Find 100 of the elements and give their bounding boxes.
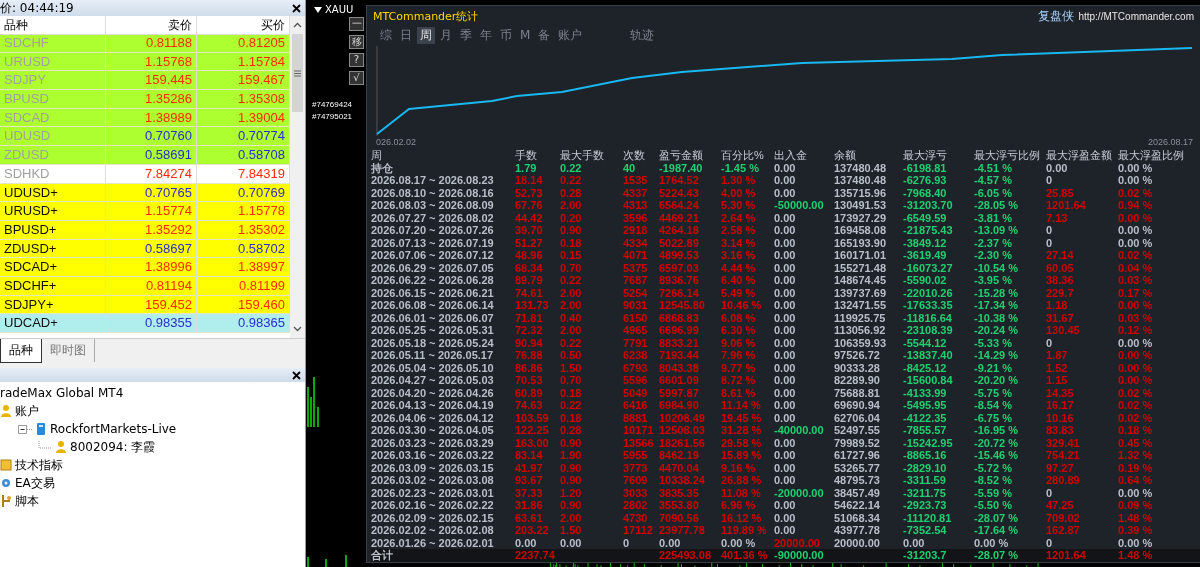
- table-cell: 74.63: [515, 399, 543, 412]
- symbol-cell: UDCAD+: [0, 314, 106, 333]
- table-cell: 155271.48: [834, 261, 886, 274]
- quote-row[interactable]: URUSD+ 1.15774 1.15778: [0, 202, 290, 221]
- website-link[interactable]: http://MTCommander.com: [1078, 11, 1194, 22]
- table-cell: 0.09 %: [1118, 499, 1153, 512]
- table-cell: -2.30 %: [974, 249, 1012, 262]
- table-cell: -3619.49: [903, 249, 947, 262]
- table-cell: 2026.06.08 ~ 2026.06.14: [371, 299, 494, 312]
- table-cell: 0.00 %: [1118, 374, 1153, 387]
- table-cell: 16.17: [1046, 399, 1074, 412]
- table-cell: 0: [1046, 224, 1053, 237]
- axis-label: 2026.08.17: [1147, 137, 1193, 147]
- bid-cell: 7.84274: [106, 164, 197, 183]
- chart-symbol: XAUU: [325, 4, 354, 15]
- table-cell: -6276.93: [903, 174, 947, 187]
- tree-item[interactable]: 账户: [15, 402, 39, 420]
- table-cell: 0.00: [774, 436, 796, 449]
- table-cell: 2.00: [560, 299, 582, 312]
- table-cell: 4313: [623, 199, 648, 212]
- table-cell: 0.22: [560, 399, 582, 412]
- table-cell: 4071: [623, 249, 648, 262]
- tree-item[interactable]: 8002094: 李霞: [70, 438, 156, 456]
- quote-row[interactable]: UDCAD+ 0.98355 0.98365: [0, 314, 290, 333]
- tree-item[interactable]: EA交易: [15, 474, 55, 492]
- scrollbar[interactable]: [290, 16, 305, 338]
- period-tab[interactable]: 年: [477, 27, 495, 44]
- table-cell: 0.00: [774, 499, 796, 512]
- bid-cell: 0.58697: [106, 239, 197, 258]
- table-cell: 162.87: [1046, 524, 1080, 537]
- scroll-thumb[interactable]: [292, 34, 303, 112]
- table-cell: 13566: [623, 436, 654, 449]
- quote-row[interactable]: ZDUSD 0.58691 0.58708: [0, 146, 290, 165]
- table-cell: 7090.56: [659, 511, 699, 524]
- period-tab[interactable]: 备: [535, 27, 554, 44]
- table-cell: 74.61: [515, 286, 543, 299]
- period-tab[interactable]: 日: [397, 27, 415, 44]
- period-tab[interactable]: 综: [377, 27, 395, 44]
- table-cell: 4730: [623, 511, 648, 524]
- table-cell: 0.00: [774, 449, 796, 462]
- tree-item[interactable]: 脚本: [15, 492, 39, 510]
- quote-row[interactable]: UDUSD 0.70760 0.70774: [0, 127, 290, 147]
- table-cell: -17.64 %: [974, 524, 1019, 537]
- table-cell: 合计: [371, 549, 393, 562]
- chart-button[interactable]: ?: [349, 53, 364, 67]
- table-cell: 754.21: [1046, 449, 1080, 462]
- table-cell: 69690.94: [834, 399, 880, 412]
- period-tab[interactable]: 轨迹: [627, 27, 658, 44]
- table-cell: 0.00: [560, 536, 582, 549]
- table-cell: 1.32 %: [1118, 449, 1153, 462]
- table-cell: -90000.00: [774, 549, 824, 562]
- table-cell: 9.06 %: [721, 336, 756, 349]
- period-tab[interactable]: M: [517, 27, 534, 44]
- table-cell: 0.00: [774, 274, 796, 287]
- table-cell: 2026.05.25 ~ 2026.05.31: [371, 324, 494, 337]
- table-cell: 4899.53: [659, 249, 699, 262]
- table-cell: 0.00 %: [1118, 349, 1153, 362]
- chart-button[interactable]: 一: [349, 17, 364, 31]
- scroll-up-icon[interactable]: [293, 22, 302, 28]
- scroll-down-icon[interactable]: [293, 326, 302, 332]
- table-cell: 1.50: [560, 524, 582, 537]
- quote-row[interactable]: SDCAD+ 1.38996 1.38997: [0, 258, 290, 277]
- period-tab[interactable]: 账户: [555, 27, 586, 44]
- close-icon[interactable]: [292, 3, 301, 13]
- table-cell: 68.34: [515, 261, 543, 274]
- table-cell: 0.00 %: [1118, 161, 1153, 174]
- period-tab[interactable]: 月: [437, 27, 455, 44]
- table-cell: 0: [1046, 536, 1053, 549]
- table-cell: 52.73: [515, 186, 543, 199]
- panel-title: MTCommander统计: [373, 9, 480, 24]
- table-cell: -4.51 %: [974, 161, 1012, 174]
- dropdown-icon[interactable]: [314, 6, 322, 13]
- column-header: 手数: [515, 149, 537, 162]
- tree-item[interactable]: RockfortMarkets-Live: [50, 422, 177, 436]
- bid-cell: 0.70760: [106, 127, 197, 146]
- order-label: #74795021: [312, 111, 354, 123]
- period-tab[interactable]: 币: [497, 27, 515, 44]
- table-cell: 83.14: [515, 449, 543, 462]
- table-cell: 1201.64: [1046, 199, 1086, 212]
- close-icon[interactable]: [292, 370, 301, 380]
- tree-item[interactable]: 技术指标: [15, 456, 63, 474]
- symbol-cell: SDHKD: [0, 164, 106, 183]
- panel-tab[interactable]: 即时图: [42, 339, 95, 362]
- table-cell: 0.00 %: [1118, 336, 1153, 349]
- table-cell: -6549.59: [903, 211, 947, 224]
- table-cell: 2026.03.30 ~ 2026.04.05: [371, 424, 494, 437]
- period-tab[interactable]: 季: [457, 27, 475, 44]
- table-cell: 6416: [623, 399, 648, 412]
- table-cell: 8.72 %: [721, 374, 756, 387]
- table-cell: 2026.01.26 ~ 2026.02.01: [371, 536, 494, 549]
- period-tab[interactable]: 周: [417, 27, 435, 44]
- table-cell: 137480.48: [834, 174, 886, 187]
- column-header: 次数: [623, 149, 645, 162]
- table-cell: 7266.14: [659, 286, 699, 299]
- chart-button[interactable]: √: [349, 71, 364, 85]
- tree-item[interactable]: radeMax Global MT4: [0, 386, 124, 400]
- chart-button[interactable]: 移: [349, 35, 364, 49]
- tree-expander-icon[interactable]: [18, 424, 32, 434]
- panel-tab[interactable]: 品种: [0, 339, 42, 363]
- table-cell: 8881: [623, 411, 648, 424]
